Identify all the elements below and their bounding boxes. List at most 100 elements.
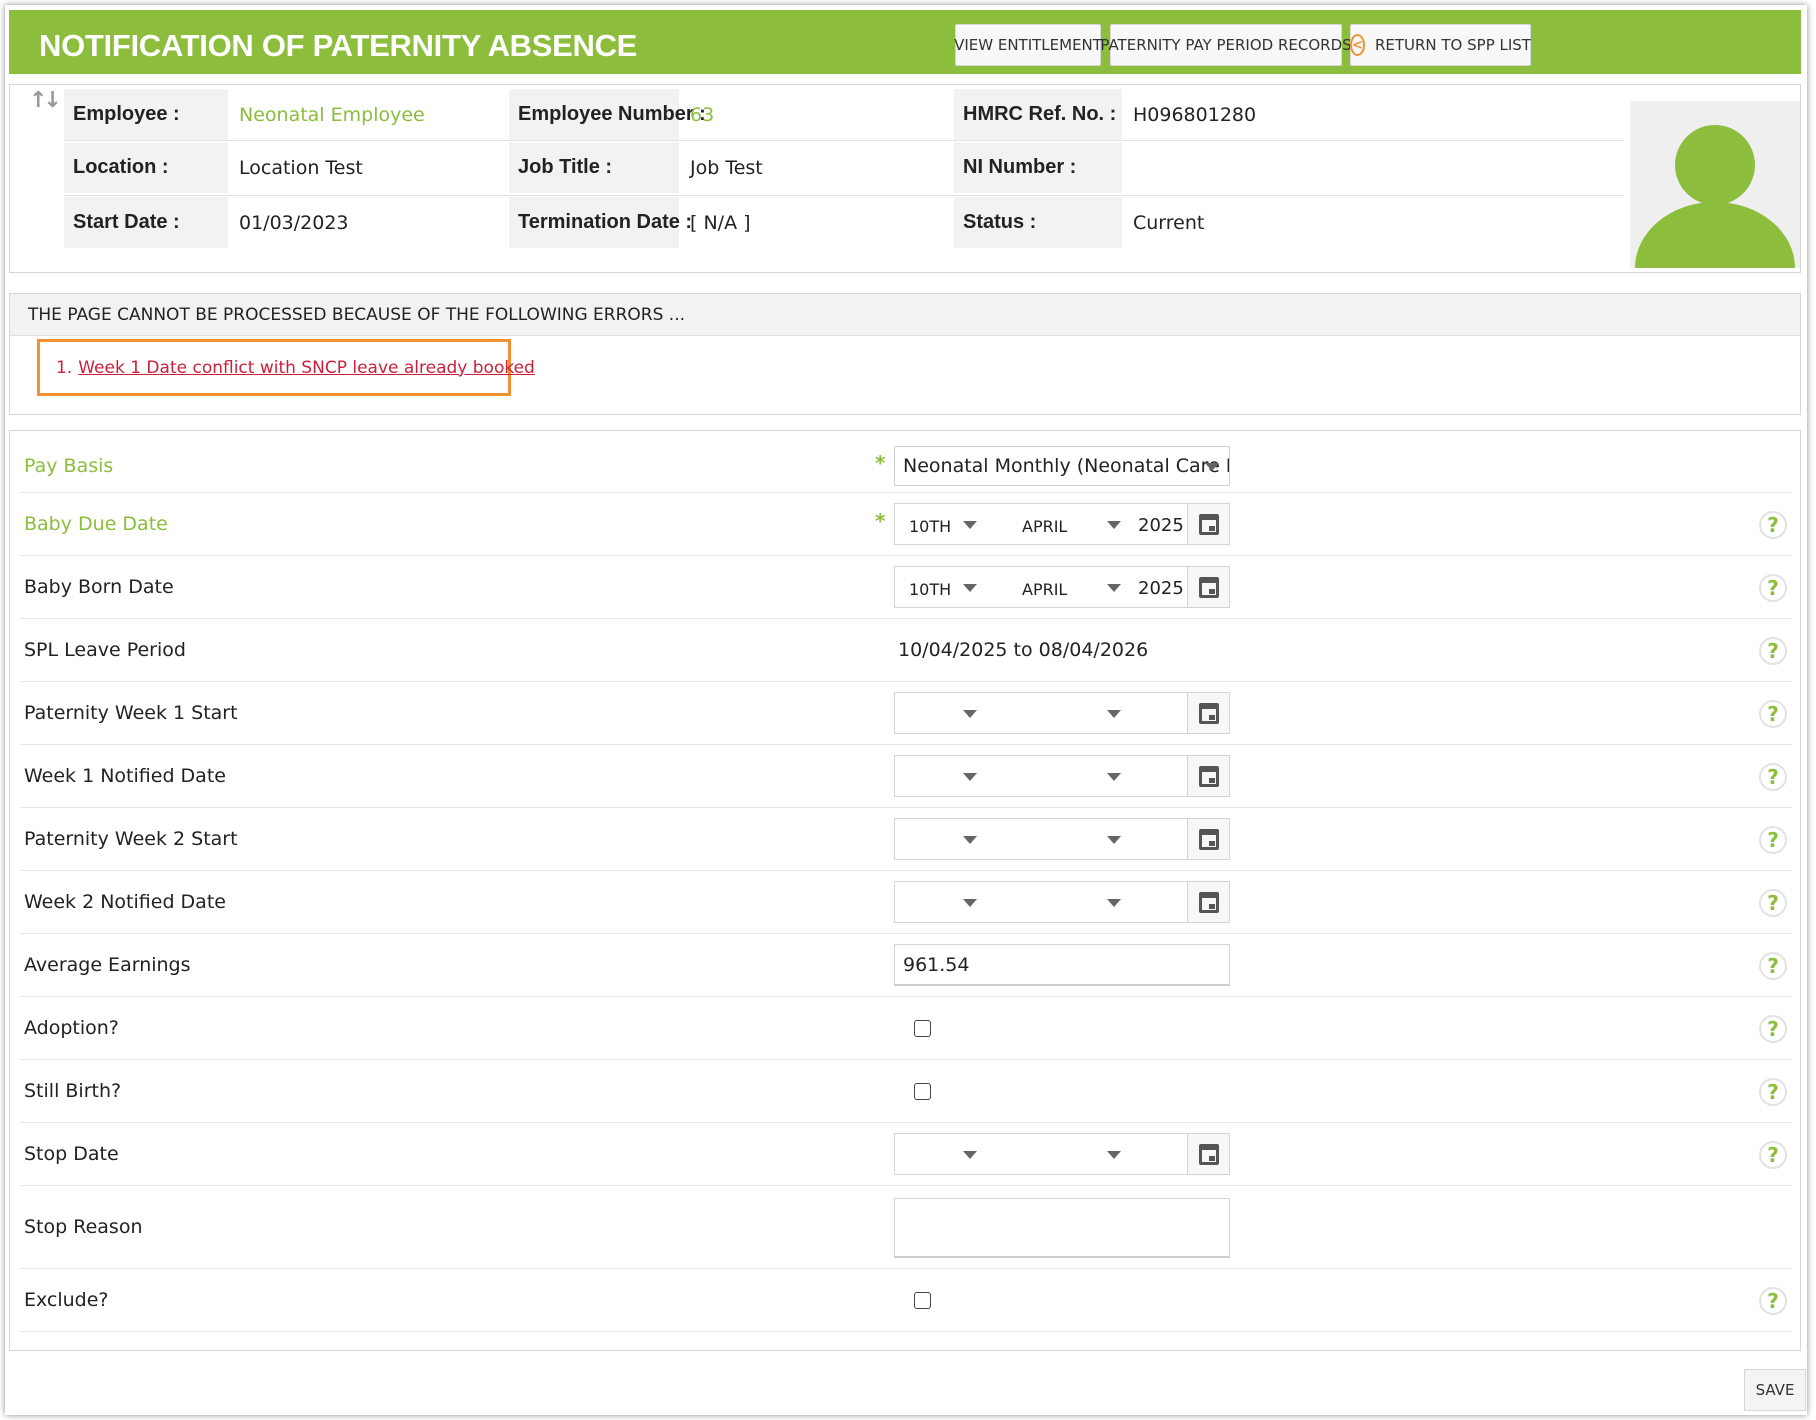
week1-notified-date-picker[interactable] <box>894 755 1230 797</box>
stop-reason-row: Stop Reason <box>20 1186 1792 1269</box>
paternity-week2-start-label: Paternity Week 2 Start <box>24 828 238 850</box>
error-list-item: 1. Week 1 Date conflict with SNCP leave … <box>37 339 535 396</box>
return-to-list-button[interactable]: < RETURN TO SPP LIST <box>1350 24 1531 66</box>
chevron-down-icon[interactable] <box>1107 1151 1121 1159</box>
baby-due-date-picker[interactable]: 10TH APRIL 2025 <box>894 503 1230 545</box>
help-icon[interactable]: ? <box>1759 574 1787 602</box>
chevron-down-icon[interactable] <box>1107 584 1121 592</box>
help-icon[interactable]: ? <box>1759 637 1787 665</box>
required-marker: * <box>875 451 886 475</box>
week2-notified-date-row: Week 2 Notified Date ? <box>20 871 1792 934</box>
status-value: Current <box>1133 211 1205 234</box>
calendar-icon[interactable] <box>1187 819 1229 859</box>
calendar-icon[interactable] <box>1187 756 1229 796</box>
paternity-week2-start-picker[interactable] <box>894 818 1230 860</box>
paternity-week2-start-row: Paternity Week 2 Start ? <box>20 808 1792 871</box>
ni-number-value <box>1124 142 1394 193</box>
hmrc-value: H096801280 <box>1133 103 1257 126</box>
help-icon[interactable]: ? <box>1759 511 1787 539</box>
help-icon[interactable]: ? <box>1759 1287 1787 1315</box>
location-label: Location : <box>64 142 228 193</box>
help-icon[interactable]: ? <box>1759 1078 1787 1106</box>
pay-basis-row: Pay Basis * Neonatal Monthly (Neonatal C… <box>20 440 1792 493</box>
chevron-down-icon[interactable] <box>1107 521 1121 529</box>
exclude-label: Exclude? <box>24 1289 109 1311</box>
save-button[interactable]: SAVE <box>1744 1369 1806 1411</box>
help-icon[interactable]: ? <box>1759 700 1787 728</box>
chevron-down-icon[interactable] <box>963 836 977 844</box>
year-input[interactable]: 2025 <box>1138 515 1184 536</box>
employee-number-label: Employee Number : <box>509 89 706 140</box>
week2-notified-date-picker[interactable] <box>894 881 1230 923</box>
stop-date-picker[interactable] <box>894 1133 1230 1175</box>
view-entitlement-button[interactable]: VIEW ENTITLEMENT <box>954 24 1102 66</box>
baby-born-date-picker[interactable]: 10TH APRIL 2025 <box>894 566 1230 608</box>
help-icon[interactable]: ? <box>1759 1141 1787 1169</box>
chevron-down-icon[interactable] <box>963 773 977 781</box>
chevron-down-icon[interactable] <box>963 899 977 907</box>
calendar-icon[interactable] <box>1187 567 1229 607</box>
average-earnings-row: Average Earnings 961.54 ? <box>20 934 1792 997</box>
chevron-down-icon[interactable] <box>963 521 977 529</box>
job-title-label: Job Title : <box>509 142 679 193</box>
calendar-icon[interactable] <box>1187 504 1229 544</box>
adoption-row: Adoption? ? <box>20 997 1792 1060</box>
page-title: NOTIFICATION OF PATERNITY ABSENCE <box>39 28 638 63</box>
sort-arrows-icon[interactable]: ↑↓ <box>29 88 62 113</box>
employee-name[interactable]: Neonatal Employee <box>230 89 500 140</box>
adoption-checkbox[interactable] <box>914 1020 931 1037</box>
month-select[interactable]: APRIL <box>1022 517 1067 536</box>
average-earnings-input[interactable]: 961.54 <box>894 944 1230 986</box>
still-birth-label: Still Birth? <box>24 1080 122 1102</box>
chevron-down-icon[interactable] <box>1107 899 1121 907</box>
spl-leave-period-label: SPL Leave Period <box>24 639 186 661</box>
termination-date-label: Termination Date : <box>509 197 692 248</box>
error-heading: THE PAGE CANNOT BE PROCESSED BECAUSE OF … <box>10 294 1800 336</box>
stop-reason-textarea[interactable] <box>894 1198 1230 1258</box>
chevron-down-icon[interactable] <box>963 584 977 592</box>
employee-label: Employee : <box>64 89 228 140</box>
paternity-week1-start-row: Paternity Week 1 Start ? <box>20 682 1792 745</box>
day-select[interactable]: 10TH <box>909 580 951 599</box>
error-number: 1. <box>56 357 73 378</box>
calendar-icon[interactable] <box>1187 882 1229 922</box>
pay-basis-select[interactable]: Neonatal Monthly (Neonatal Care L <box>894 446 1230 486</box>
employee-number[interactable]: 63 <box>681 89 951 140</box>
average-earnings-label: Average Earnings <box>24 954 191 976</box>
row-divider <box>64 195 1624 196</box>
chevron-down-icon[interactable] <box>1107 710 1121 718</box>
chevron-down-icon[interactable] <box>1107 836 1121 844</box>
week2-notified-date-label: Week 2 Notified Date <box>24 891 226 913</box>
day-select[interactable]: 10TH <box>909 517 951 536</box>
help-icon[interactable]: ? <box>1759 763 1787 791</box>
calendar-icon[interactable] <box>1187 1134 1229 1174</box>
help-icon[interactable]: ? <box>1759 826 1787 854</box>
error-link[interactable]: Week 1 Date conflict with SNCP leave alr… <box>78 358 535 378</box>
spl-leave-period-value: 10/04/2025 to 08/04/2026 <box>898 639 1149 661</box>
error-panel: THE PAGE CANNOT BE PROCESSED BECAUSE OF … <box>9 293 1801 415</box>
location-value: Location Test <box>239 156 363 179</box>
hmrc-label: HMRC Ref. No. : <box>954 89 1122 140</box>
page-frame: NOTIFICATION OF PATERNITY ABSENCE VIEW E… <box>5 5 1807 1415</box>
month-select[interactable]: APRIL <box>1022 580 1067 599</box>
still-birth-row: Still Birth? ? <box>20 1060 1792 1123</box>
help-icon[interactable]: ? <box>1759 1015 1787 1043</box>
help-icon[interactable]: ? <box>1759 952 1787 980</box>
chevron-down-icon[interactable] <box>963 710 977 718</box>
paternity-week1-start-picker[interactable] <box>894 692 1230 734</box>
baby-due-date-row: Baby Due Date * 10TH APRIL 2025 ? <box>20 493 1792 556</box>
exclude-checkbox[interactable] <box>914 1292 931 1309</box>
adoption-label: Adoption? <box>24 1017 119 1039</box>
year-input[interactable]: 2025 <box>1138 578 1184 599</box>
calendar-icon[interactable] <box>1187 693 1229 733</box>
stop-date-label: Stop Date <box>24 1143 119 1165</box>
still-birth-checkbox[interactable] <box>914 1083 931 1100</box>
help-icon[interactable]: ? <box>1759 889 1787 917</box>
pay-period-records-button[interactable]: PATERNITY PAY PERIOD RECORDS <box>1100 24 1352 66</box>
week1-notified-date-label: Week 1 Notified Date <box>24 765 226 787</box>
paternity-form: Pay Basis * Neonatal Monthly (Neonatal C… <box>9 430 1801 1351</box>
pay-basis-value: Neonatal Monthly (Neonatal Care L <box>903 455 1230 477</box>
chevron-down-icon[interactable] <box>963 1151 977 1159</box>
chevron-down-icon[interactable] <box>1107 773 1121 781</box>
termination-date-value: [ N/A ] <box>690 211 751 234</box>
